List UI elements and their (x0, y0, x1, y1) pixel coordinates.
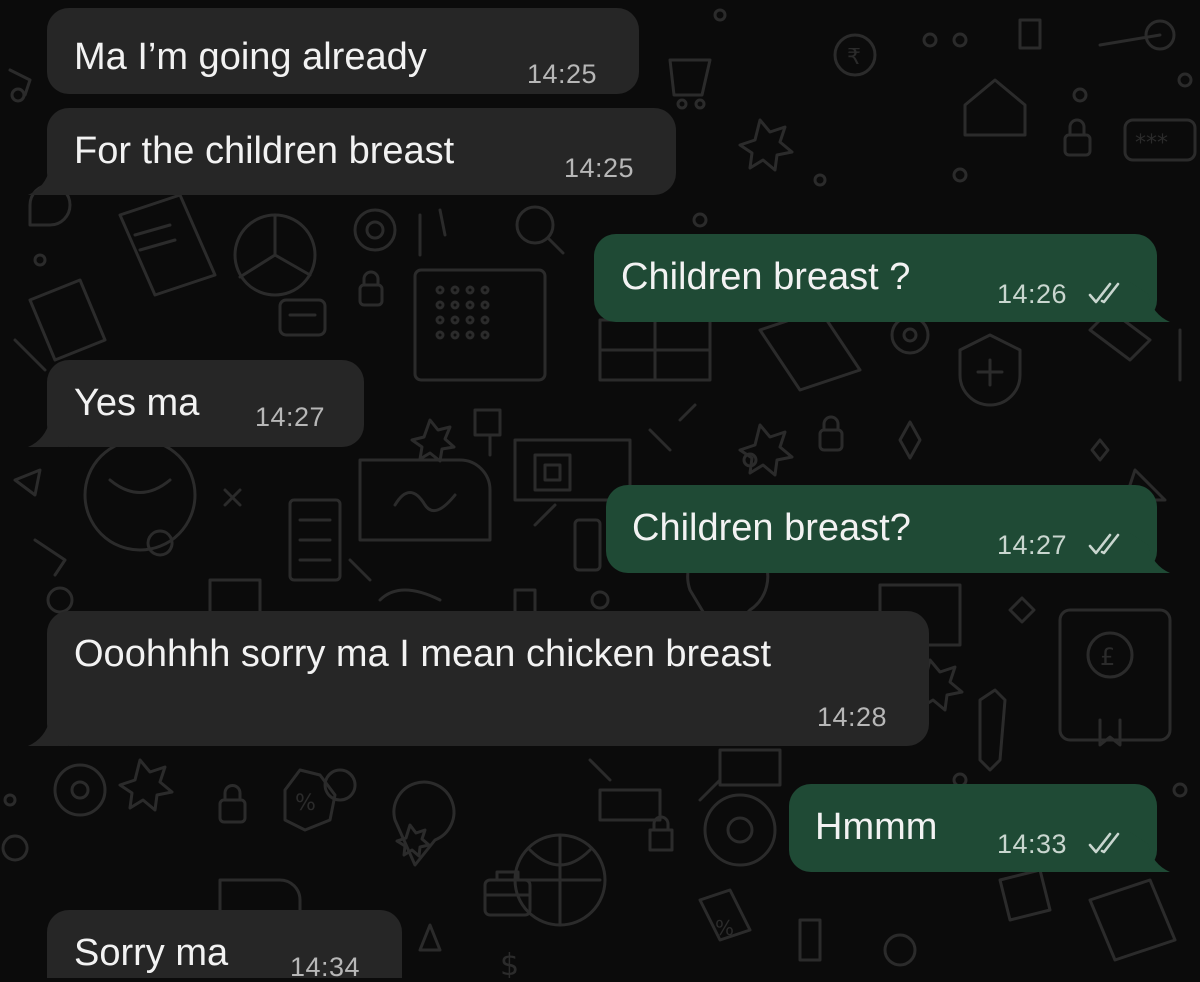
message-timestamp: 14:34 (290, 952, 361, 982)
outgoing-message[interactable]: Hmmm 14:33 (789, 784, 1157, 872)
incoming-bubble-tail (28, 155, 68, 195)
message-timestamp: 14:27 (997, 530, 1068, 560)
message-timestamp: 14:27 (255, 402, 326, 432)
incoming-message[interactable]: Ma I’m going already 14:25 (47, 8, 639, 94)
svg-text:***: *** (1135, 131, 1168, 156)
message-text: Sorry ma (74, 932, 229, 974)
svg-text:£: £ (1100, 643, 1115, 671)
svg-text:₹: ₹ (847, 45, 861, 70)
double-check-icon (1088, 832, 1120, 854)
incoming-bubble-tail (28, 407, 68, 447)
svg-text:$: $ (500, 948, 519, 978)
incoming-message[interactable]: Ooohhhh sorry ma I mean chicken breast 1… (47, 611, 929, 746)
svg-text:%: % (295, 791, 316, 816)
message-timestamp: 14:26 (997, 279, 1068, 309)
outgoing-message[interactable]: Children breast ? 14:26 (594, 234, 1157, 322)
incoming-message[interactable]: Yes ma 14:27 (47, 360, 364, 447)
outgoing-bubble-tail (1130, 282, 1170, 322)
message-timestamp: 14:25 (564, 153, 635, 183)
message-text: Ooohhhh sorry ma I mean chicken breast (74, 633, 772, 675)
message-text: Children breast ? (621, 256, 911, 298)
svg-text:%: % (715, 916, 734, 940)
incoming-message[interactable]: Sorry ma 14:34 (47, 910, 402, 982)
double-check-icon (1088, 533, 1120, 555)
message-text: For the children breast (74, 130, 455, 172)
outgoing-bubble-tail (1130, 533, 1170, 573)
message-text: Children breast? (632, 507, 911, 549)
message-text: Yes ma (74, 382, 200, 424)
message-text: Hmmm (815, 806, 938, 848)
message-text: Ma I’m going already (74, 36, 427, 78)
incoming-bubble-tail (28, 706, 68, 746)
outgoing-message[interactable]: Children breast? 14:27 (606, 485, 1157, 573)
message-timestamp: 14:25 (527, 59, 598, 89)
message-timestamp: 14:33 (997, 829, 1068, 859)
incoming-message[interactable]: For the children breast 14:25 (47, 108, 676, 195)
message-timestamp: 14:28 (817, 702, 888, 732)
outgoing-bubble-tail (1130, 832, 1170, 872)
double-check-icon (1088, 282, 1120, 304)
